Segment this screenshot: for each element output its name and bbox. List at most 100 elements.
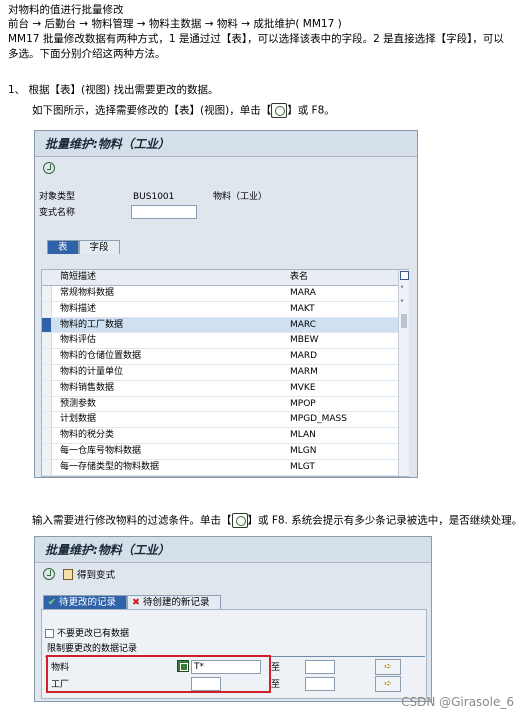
window-title: 批量维护:物料（工业） (35, 537, 431, 563)
doc-heading: 对物料的值进行批量修改 (8, 4, 124, 16)
tabstrip: 表 字段 (47, 240, 120, 254)
row-desc: 物料描述 (60, 303, 97, 314)
row-table-name: MBEW (290, 335, 319, 346)
tab-table[interactable]: 表 (47, 240, 79, 254)
table-row[interactable]: 计划数据 MPGD_MASS (42, 412, 398, 429)
row-desc: 预测参数 (60, 398, 97, 409)
execute-icon[interactable] (43, 568, 55, 580)
scroll-up-icon[interactable]: ˄ (400, 286, 404, 294)
row-table-name: MPGD_MASS (290, 414, 347, 425)
row-table-name: MPOP (290, 398, 316, 409)
plant-to-input[interactable] (305, 677, 335, 691)
row-selector[interactable] (42, 333, 52, 349)
tab-new-label: 待创建的新记录 (143, 597, 210, 608)
table-row[interactable]: 每一仓库号物料数据 MLGN (42, 444, 398, 460)
table-row[interactable]: 物料的税分类 MLAN (42, 428, 398, 444)
row-desc: 物料的税分类 (60, 430, 115, 441)
check-icon: ✔ (48, 597, 56, 608)
row-desc: 物料的计量单位 (60, 367, 124, 377)
row-selector[interactable] (42, 444, 52, 459)
obj-type-code: BUS1001 (133, 192, 175, 202)
doc-intro: MM17 批量修改数据有两种方式，1 是通过过【表】，可以选择该表中的字段。2 … (8, 33, 504, 60)
table-row[interactable]: 物料评估 MBEW (42, 333, 398, 350)
watermark: CSDN @Girasole_6 (401, 695, 514, 709)
doc-caption1: 如下图所示，选择需要修改的【表】(视图)，单击【 】或 F8。 (32, 103, 335, 119)
tab-field[interactable]: 字段 (78, 240, 120, 254)
row-selector[interactable] (42, 286, 52, 301)
row-table-name: MLGN (290, 446, 317, 456)
tab-new-records[interactable]: ✖ 待创建的新记录 (127, 595, 221, 609)
no-change-label: 不要更改已有数据 (57, 629, 130, 639)
row-table-name: MLAN (290, 430, 316, 441)
row-table-name: MAKT (290, 303, 315, 314)
table-row[interactable]: 物料的工厂数据 MARC (42, 317, 398, 334)
table-row[interactable]: 每一存储类型的物料数据 MLGT (42, 459, 398, 476)
col-desc-header: 简短描述 (60, 272, 97, 282)
material-to-input[interactable] (305, 660, 335, 674)
row-table-name: MLGT (290, 461, 315, 472)
row-selector[interactable] (42, 428, 52, 443)
table-row[interactable]: 预测参数 MPOP (42, 396, 398, 413)
toolbar: 得到变式 (35, 563, 431, 585)
material-to-label: 至 (271, 663, 281, 673)
table-header: 简短描述 表名 (42, 270, 398, 286)
execute-icon (231, 513, 248, 528)
plant-to-label: 至 (271, 680, 281, 690)
caption1-post: 】或 F8。 (287, 104, 335, 117)
execute-icon[interactable] (43, 162, 55, 174)
caption1-pre: 如下图所示，选择需要修改的【表】(视图)，单击【 (32, 104, 272, 117)
row-selector[interactable] (42, 412, 52, 428)
table-list: 简短描述 表名 常规物料数据 MARA 物料描述 MAKT 物料的工厂数据 MARC 物料评… (41, 269, 409, 477)
row-desc: 每一仓库号物料数据 (60, 446, 142, 456)
plant-more-button[interactable]: ➪ (375, 676, 401, 692)
material-more-button[interactable]: ➪ (375, 659, 401, 675)
row-selector[interactable] (42, 301, 52, 317)
table-row[interactable]: 物料描述 MAKT (42, 301, 398, 318)
scroll-down-icon[interactable]: ˅ (400, 300, 404, 308)
row-table-name: MARC (290, 319, 317, 330)
sap-window-filter: 批量维护:物料（工业） 得到变式 ✔ 待更改的记录 ✖ 待创建的新记录 不要更改… (34, 536, 432, 702)
tabstrip: ✔ 待更改的记录 ✖ 待创建的新记录 (43, 595, 221, 609)
row-table-name: MVKE (290, 382, 316, 393)
column-config-icon[interactable] (400, 271, 409, 280)
variant-label: 变式名称 (39, 208, 76, 218)
obj-type-label: 对象类型 (39, 192, 76, 202)
get-variant-icon[interactable] (63, 568, 73, 580)
row-selector[interactable] (42, 459, 52, 475)
get-variant-label[interactable]: 得到变式 (77, 567, 115, 581)
toolbar (35, 157, 417, 179)
table-row[interactable]: 物料的仓储位置数据 MARD (42, 349, 398, 365)
row-desc: 物料的仓储位置数据 (60, 351, 142, 362)
row-selector[interactable] (42, 380, 52, 396)
row-desc: 物料的工厂数据 (60, 319, 124, 330)
execute-icon (271, 103, 288, 118)
row-table-name: MARD (290, 351, 318, 362)
restrict-label: 限制要更改的数据记录 (47, 644, 138, 654)
caption2-post: 】或 F8. 系统会提示有多少条记录被选中，是否继续处理。 (247, 514, 522, 527)
variant-input[interactable] (131, 205, 197, 219)
row-desc: 计划数据 (60, 414, 97, 425)
no-change-row: 不要更改已有数据 (45, 628, 129, 640)
tab-records-to-change[interactable]: ✔ 待更改的记录 (43, 595, 128, 609)
table-row[interactable]: 物料的计量单位 MARM (42, 365, 398, 381)
row-selector[interactable] (42, 365, 52, 380)
row-desc: 每一存储类型的物料数据 (60, 461, 160, 472)
table-scrollbar[interactable]: ˄ ˅ (398, 270, 409, 476)
row-desc: 物料评估 (60, 335, 97, 346)
row-table-name: MARM (290, 367, 318, 377)
doc-menu-path: 前台 → 后勤台 → 物料管理 → 物料主数据 → 物料 → 成批维护( MM1… (8, 18, 342, 30)
table-row[interactable]: 物料销售数据 MVKE (42, 380, 398, 397)
window-title: 批量维护:物料（工业） (35, 131, 417, 157)
col-table-header: 表名 (290, 272, 309, 282)
table-row[interactable]: 常规物料数据 MARA (42, 286, 398, 302)
scroll-thumb[interactable] (401, 314, 407, 328)
no-change-checkbox[interactable] (45, 629, 54, 638)
row-selector[interactable] (42, 317, 52, 333)
doc-caption2: 输入需要进行修改物料的过滤条件。单击【 】或 F8. 系统会提示有多少条记录被选中… (32, 513, 522, 529)
row-selector[interactable] (42, 396, 52, 412)
row-selector[interactable] (42, 349, 52, 364)
tab-change-label: 待更改的记录 (59, 597, 117, 608)
obj-type-name: 物料（工业） (213, 192, 268, 202)
doc-step1: 1、 根据【表】(视图) 找出需要更改的数据。 (8, 84, 219, 96)
highlight-box (46, 655, 271, 693)
